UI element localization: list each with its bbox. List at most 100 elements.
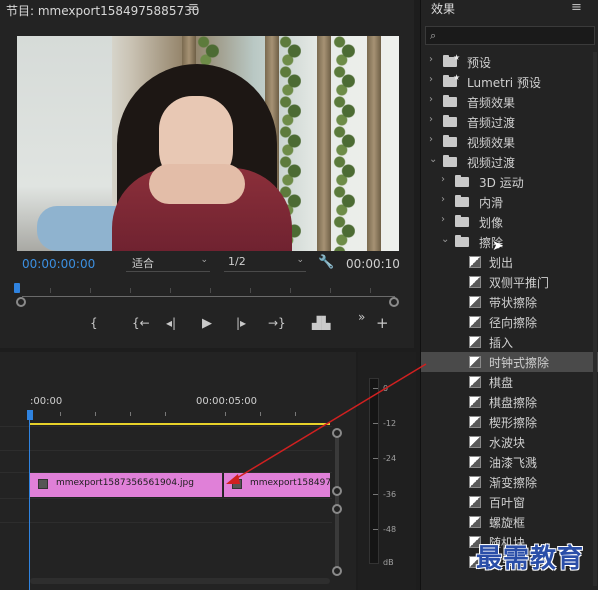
chevron-right-icon[interactable]: › [429, 54, 433, 65]
panel-menu-icon[interactable]: ≡ [571, 0, 582, 15]
folder-icon [443, 155, 457, 167]
scroll-zoom-handle[interactable] [332, 428, 342, 438]
chevron-down-icon[interactable]: ⌄ [441, 234, 449, 245]
effects-tree-item[interactable]: ⌄ 视频过渡 [421, 152, 598, 172]
go-to-out-button[interactable]: →} [268, 316, 286, 330]
effects-tree-item[interactable]: 渐变擦除 [421, 472, 598, 492]
effects-tree-item[interactable]: 油漆飞溅 [421, 452, 598, 472]
transition-effect-icon [469, 516, 481, 528]
effects-tree-label: 时钟式擦除 [489, 356, 550, 370]
scrub-bar[interactable] [22, 296, 395, 297]
effects-tree-item[interactable]: › 音频过渡 [421, 112, 598, 132]
timeline-horizontal-scrollbar[interactable] [30, 578, 330, 584]
timeline-playhead-line[interactable] [29, 418, 30, 590]
wrench-icon[interactable]: 🔧 [318, 255, 334, 270]
scrub-tick [250, 288, 251, 293]
chevron-right-icon[interactable]: › [429, 94, 433, 105]
playhead-marker[interactable] [14, 283, 20, 293]
more-controls-button[interactable]: » [358, 310, 365, 324]
scrub-zoom-handle-left[interactable] [16, 297, 26, 307]
effects-tree-label: 音频效果 [467, 96, 516, 110]
play-button[interactable]: ▶ [202, 316, 212, 331]
video-vine [333, 36, 355, 251]
track-separator [0, 450, 332, 451]
step-back-button[interactable]: ◂| [166, 316, 176, 330]
effects-scrollbar[interactable] [593, 52, 597, 586]
effects-tree-item[interactable]: 双侧平推门 [421, 272, 598, 292]
go-to-in-button[interactable]: {← [132, 316, 150, 330]
transition-effect-icon [469, 356, 481, 368]
chevron-right-icon[interactable]: › [429, 74, 433, 85]
effects-tree-item[interactable]: 螺旋框 [421, 512, 598, 532]
effects-tree-item[interactable]: 带状擦除 [421, 292, 598, 312]
effects-tree-item[interactable]: › 3D 运动 [421, 172, 598, 192]
transition-effect-icon [469, 336, 481, 348]
effects-tree-item[interactable]: 时钟式擦除 [421, 352, 598, 372]
scrub-zoom-handle-right[interactable] [389, 297, 399, 307]
effects-tree-label: 带状擦除 [489, 296, 538, 310]
chevron-right-icon[interactable]: › [429, 134, 433, 145]
effects-tree-item[interactable]: 划出 [421, 252, 598, 272]
chevron-right-icon[interactable]: › [429, 114, 433, 125]
scrub-tick [290, 288, 291, 293]
effects-tree-item[interactable]: 插入 [421, 332, 598, 352]
effects-tree-item[interactable]: 径向擦除 [421, 312, 598, 332]
chevron-right-icon[interactable]: › [441, 174, 445, 185]
watermark: 最需教育 [476, 544, 585, 574]
add-button[interactable]: + [376, 314, 389, 332]
effects-tree-item[interactable]: › ★ Lumetri 预设 [421, 72, 598, 92]
effects-tree-item[interactable]: › 内滑 [421, 192, 598, 212]
effects-tree-item[interactable]: 楔形擦除 [421, 412, 598, 432]
effects-tree-item[interactable]: › 视频效果 [421, 132, 598, 152]
effects-tree-item[interactable]: › ★ 预设 [421, 52, 598, 72]
transition-effect-icon [469, 276, 481, 288]
track-separator [0, 426, 332, 427]
mouse-cursor-icon: ➤ [492, 238, 504, 254]
effects-tree-label: 插入 [489, 336, 514, 350]
effects-tree-item[interactable]: 棋盘 [421, 372, 598, 392]
duration-timecode: 00:00:10 [346, 257, 400, 271]
scroll-zoom-handle[interactable] [332, 566, 342, 576]
scrub-tick [330, 288, 331, 293]
chevron-right-icon[interactable]: › [441, 214, 445, 225]
transition-effect-icon [469, 476, 481, 488]
folder-icon [443, 115, 457, 127]
chevron-right-icon[interactable]: › [441, 194, 445, 205]
effects-tree-item[interactable]: › 音频效果 [421, 92, 598, 112]
effects-tree-item[interactable]: 棋盘擦除 [421, 392, 598, 412]
timeline-playhead-handle[interactable] [27, 410, 33, 420]
effects-tree-item[interactable]: ⌄ 擦除 [421, 232, 598, 252]
camera-icon[interactable]: ▟▙ [312, 316, 330, 330]
audio-meter-bar [369, 378, 379, 564]
time-ruler[interactable]: :00:00 00:00:05:00 [0, 392, 334, 422]
effects-tree-item[interactable]: › 划像 [421, 212, 598, 232]
timeline-clip[interactable]: mmexport1587356561904.jpg [30, 473, 223, 497]
effects-tree-item[interactable]: 水波块 [421, 432, 598, 452]
scroll-zoom-handle[interactable] [332, 486, 342, 496]
effects-panel-title[interactable]: 效果 [431, 0, 455, 17]
effects-tree-label: 内滑 [479, 196, 504, 210]
fit-select[interactable]: 适合 ⌄ [126, 255, 210, 272]
chevron-down-icon[interactable]: ⌄ [429, 154, 437, 165]
transition-effect-icon [469, 296, 481, 308]
audio-meter-panel: 0 -12 -24 -36 -48 dB [358, 352, 416, 590]
work-area-bar[interactable] [30, 423, 330, 425]
mark-in-button[interactable]: { [90, 316, 98, 330]
step-forward-button[interactable]: |▸ [236, 316, 246, 330]
db-label: dB [383, 558, 394, 567]
effects-tree-label: 音频过渡 [467, 116, 516, 130]
effects-tree-item[interactable]: 百叶窗 [421, 492, 598, 512]
scroll-zoom-handle[interactable] [332, 504, 342, 514]
program-monitor-title[interactable]: 节目: mmexport1584975885730 [6, 2, 199, 19]
timeline-clip[interactable]: mmexport1584975 [224, 473, 330, 497]
effects-tree-label: 渐变擦除 [489, 476, 538, 490]
current-timecode[interactable]: 00:00:00:00 [22, 257, 95, 271]
effects-tree-label: 视频过渡 [467, 156, 516, 170]
ruler-tick [165, 412, 166, 416]
effects-tree-label: 百叶窗 [489, 496, 526, 510]
resolution-select[interactable]: 1/2 ⌄ [224, 255, 306, 272]
star-icon: ★ [453, 53, 461, 62]
effects-search-input[interactable]: ⌕ [425, 26, 595, 45]
db-label: 0 [383, 384, 389, 393]
panel-menu-icon[interactable]: ≡ [188, 0, 199, 15]
